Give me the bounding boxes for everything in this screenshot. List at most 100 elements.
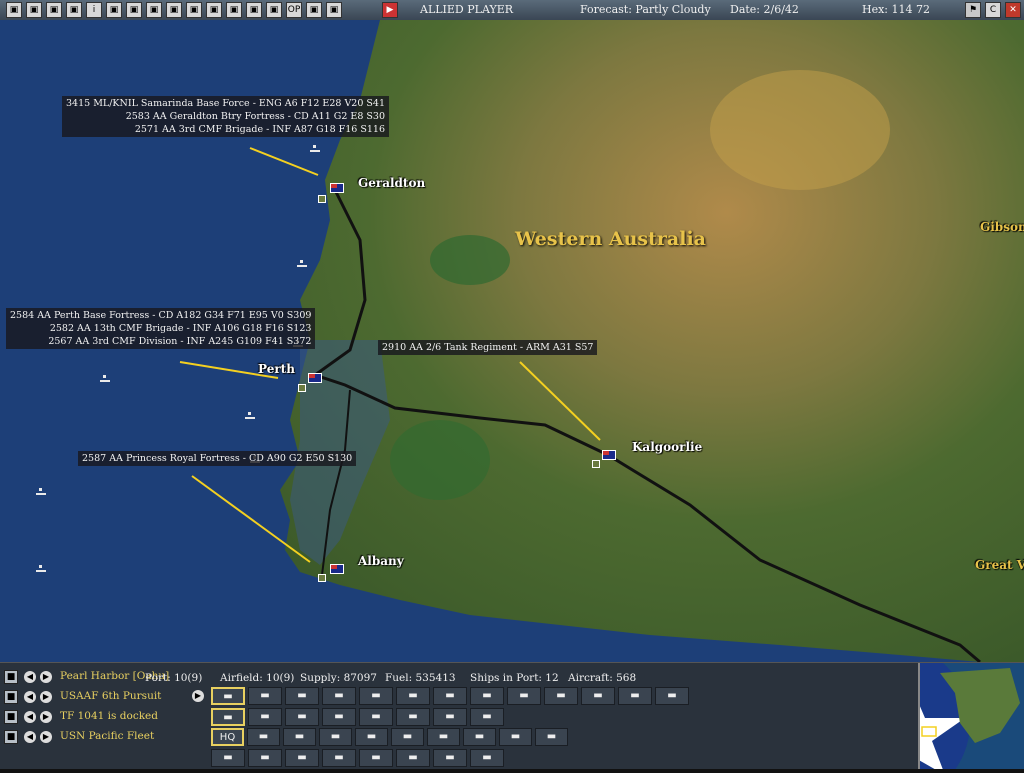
air-slot[interactable]: ▬ <box>285 687 319 705</box>
toolbar-button[interactable]: ▣ <box>146 2 162 18</box>
toolbar-button[interactable]: ▣ <box>6 2 22 18</box>
base-slot[interactable]: ▬ <box>433 749 467 767</box>
prev-button[interactable]: ◀ <box>24 671 36 683</box>
base-marker[interactable] <box>592 460 600 468</box>
panel-row-label[interactable]: USAAF 6th Pursuit <box>60 690 161 702</box>
command-slot[interactable]: ▬ <box>463 728 496 746</box>
command-slot[interactable]: ▬ <box>247 728 280 746</box>
next-button[interactable]: ▶ <box>40 731 52 743</box>
panel-row-label[interactable]: TF 1041 is docked <box>60 710 158 722</box>
unit-flag-geraldton[interactable] <box>330 183 344 193</box>
unit-line[interactable]: 3415 ML/KNIL Samarinda Base Force - ENG … <box>66 97 385 110</box>
anchor-icon[interactable]: ■ <box>4 670 18 684</box>
unit-line[interactable]: 2584 AA Perth Base Fortress - CD A182 G3… <box>10 309 311 322</box>
ship-slot[interactable]: ▬ <box>211 708 245 726</box>
prev-button[interactable]: ◀ <box>24 691 36 703</box>
toolbar-button[interactable]: OP <box>286 2 302 18</box>
panel-row-label[interactable]: USN Pacific Fleet <box>60 730 154 742</box>
prev-button[interactable]: ◀ <box>24 711 36 723</box>
air-slot[interactable]: ▬ <box>322 687 356 705</box>
ship-slot[interactable]: ▬ <box>322 708 356 726</box>
command-slot[interactable]: ▬ <box>427 728 460 746</box>
toolbar-button[interactable]: ▣ <box>46 2 62 18</box>
flag-icon[interactable]: ■ <box>4 730 18 744</box>
air-next-button[interactable]: ▶ <box>192 690 204 702</box>
toolbar-button[interactable]: ▣ <box>106 2 122 18</box>
ship-marker[interactable] <box>297 260 307 267</box>
prev-button[interactable]: ◀ <box>24 731 36 743</box>
unit-flag-albany[interactable] <box>330 564 344 574</box>
unit-line[interactable]: 2587 AA Princess Royal Fortress - CD A90… <box>82 452 352 465</box>
ship-marker[interactable] <box>36 488 46 495</box>
air-slot[interactable]: ▬ <box>470 687 504 705</box>
air-slot[interactable]: ▬ <box>248 687 282 705</box>
unit-stack-geraldton[interactable]: 3415 ML/KNIL Samarinda Base Force - ENG … <box>62 96 390 137</box>
toolbar-button[interactable]: ▣ <box>246 2 262 18</box>
toolbar-button[interactable]: ▣ <box>166 2 182 18</box>
base-marker[interactable] <box>318 195 326 203</box>
air-slot[interactable]: ▬ <box>211 687 245 705</box>
command-slot[interactable]: ▬ <box>319 728 352 746</box>
game-map[interactable]: Western Australia Gibson Great V Geraldt… <box>0 20 1024 662</box>
command-slot[interactable]: ▬ <box>535 728 568 746</box>
unit-line[interactable]: 2583 AA Geraldton Btry Fortress - CD A11… <box>66 110 385 123</box>
base-slot[interactable]: ▬ <box>396 749 430 767</box>
next-button[interactable]: ▶ <box>40 671 52 683</box>
unit-stack-perth[interactable]: 2584 AA Perth Base Fortress - CD A182 G3… <box>6 308 316 349</box>
command-slot[interactable]: HQ <box>211 728 244 746</box>
air-slot[interactable]: ▬ <box>359 687 393 705</box>
ship-slot[interactable]: ▬ <box>359 708 393 726</box>
copy-button[interactable]: C <box>985 2 1001 18</box>
air-slot[interactable]: ▬ <box>544 687 578 705</box>
city-label-albany[interactable]: Albany <box>358 554 404 568</box>
unit-line[interactable]: 2582 AA 13th CMF Brigade - INF A106 G18 … <box>10 322 312 335</box>
toolbar-button[interactable]: ▣ <box>26 2 42 18</box>
ship-slot[interactable]: ▬ <box>433 708 467 726</box>
base-marker[interactable] <box>318 574 326 582</box>
ship-marker[interactable] <box>100 375 110 382</box>
unit-stack-albany[interactable]: 2587 AA Princess Royal Fortress - CD A90… <box>78 451 357 466</box>
city-label-kalgoorlie[interactable]: Kalgoorlie <box>632 440 702 454</box>
air-slot[interactable]: ▬ <box>433 687 467 705</box>
close-button[interactable]: ✕ <box>1005 2 1021 18</box>
unit-line[interactable]: 2910 AA 2/6 Tank Regiment - ARM A31 S57 <box>382 341 593 354</box>
unit-line[interactable]: 2567 AA 3rd CMF Division - INF A245 G109… <box>10 335 311 348</box>
command-slot[interactable]: ▬ <box>391 728 424 746</box>
air-slot[interactable]: ▬ <box>618 687 652 705</box>
aircraft-icon[interactable]: ■ <box>4 690 18 704</box>
toolbar-button[interactable]: ▣ <box>326 2 342 18</box>
base-marker[interactable] <box>298 384 306 392</box>
ship-marker[interactable] <box>310 145 320 152</box>
air-slot[interactable]: ▬ <box>581 687 615 705</box>
command-slot[interactable]: ▬ <box>499 728 532 746</box>
air-slot[interactable]: ▬ <box>655 687 689 705</box>
toolbar-button[interactable]: ▣ <box>226 2 242 18</box>
flag-button[interactable]: ⚑ <box>965 2 981 18</box>
base-slot[interactable]: ▬ <box>470 749 504 767</box>
toolbar-button[interactable]: ▣ <box>126 2 142 18</box>
toolbar-button[interactable]: ▣ <box>66 2 82 18</box>
minimap[interactable] <box>810 643 1024 773</box>
ship-icon[interactable]: ■ <box>4 710 18 724</box>
toolbar-button[interactable]: ▣ <box>206 2 222 18</box>
base-slot[interactable]: ▬ <box>359 749 393 767</box>
ship-slot[interactable]: ▬ <box>470 708 504 726</box>
ship-slot[interactable]: ▬ <box>396 708 430 726</box>
air-slot[interactable]: ▬ <box>396 687 430 705</box>
command-slot[interactable]: ▬ <box>355 728 388 746</box>
ship-slot[interactable]: ▬ <box>248 708 282 726</box>
command-slot[interactable]: ▬ <box>283 728 316 746</box>
unit-stack-kalgoorlie[interactable]: 2910 AA 2/6 Tank Regiment - ARM A31 S57 <box>378 340 598 355</box>
base-slot[interactable]: ▬ <box>322 749 356 767</box>
unit-flag-kalgoorlie[interactable] <box>602 450 616 460</box>
ship-marker[interactable] <box>245 412 255 419</box>
toolbar-button[interactable]: ▣ <box>306 2 322 18</box>
base-slot[interactable]: ▬ <box>211 749 245 767</box>
base-slot[interactable]: ▬ <box>248 749 282 767</box>
next-button[interactable]: ▶ <box>40 711 52 723</box>
ship-marker[interactable] <box>36 565 46 572</box>
toolbar-button[interactable]: ▣ <box>266 2 282 18</box>
toolbar-button[interactable]: ▣ <box>186 2 202 18</box>
city-label-geraldton[interactable]: Geraldton <box>358 176 425 190</box>
toolbar-button[interactable]: i <box>86 2 102 18</box>
